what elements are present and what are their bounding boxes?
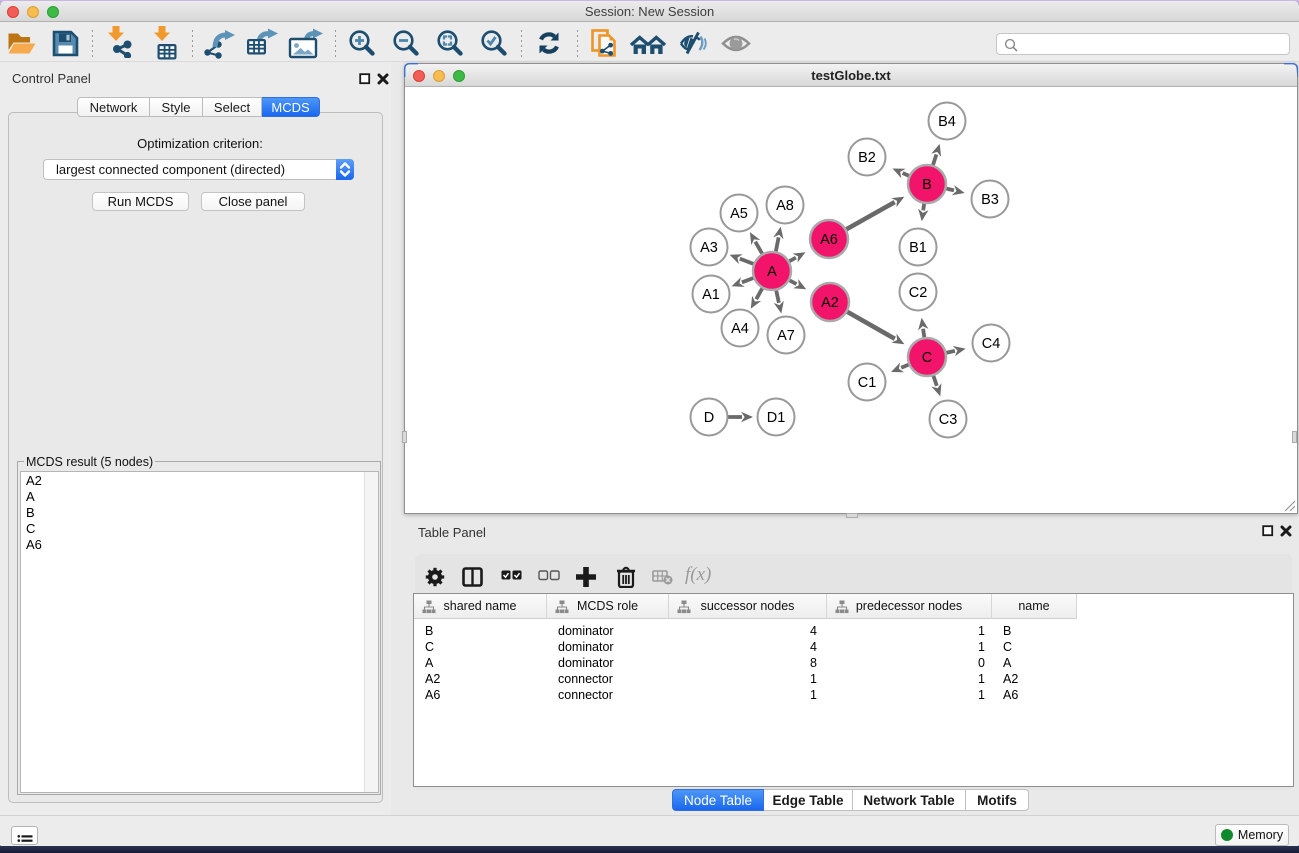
svg-text:C: C (922, 350, 932, 366)
svg-text:A3: A3 (700, 240, 718, 256)
svg-text:A4: A4 (731, 321, 749, 337)
svg-text:B2: B2 (858, 150, 876, 166)
svg-text:B4: B4 (938, 114, 956, 130)
svg-text:C3: C3 (939, 412, 958, 428)
svg-text:A6: A6 (820, 232, 838, 248)
svg-text:A2: A2 (821, 295, 839, 311)
svg-text:C2: C2 (909, 285, 928, 301)
svg-text:A7: A7 (777, 328, 795, 344)
svg-text:C4: C4 (982, 336, 1001, 352)
svg-text:C1: C1 (858, 375, 877, 391)
svg-text:B1: B1 (909, 240, 927, 256)
svg-text:D1: D1 (767, 410, 786, 426)
svg-text:A1: A1 (702, 287, 720, 303)
svg-text:A8: A8 (776, 198, 794, 214)
svg-text:A: A (767, 264, 777, 280)
svg-text:D: D (704, 410, 714, 426)
svg-text:A5: A5 (730, 206, 748, 222)
svg-text:B: B (922, 177, 932, 193)
svg-text:B3: B3 (981, 192, 999, 208)
